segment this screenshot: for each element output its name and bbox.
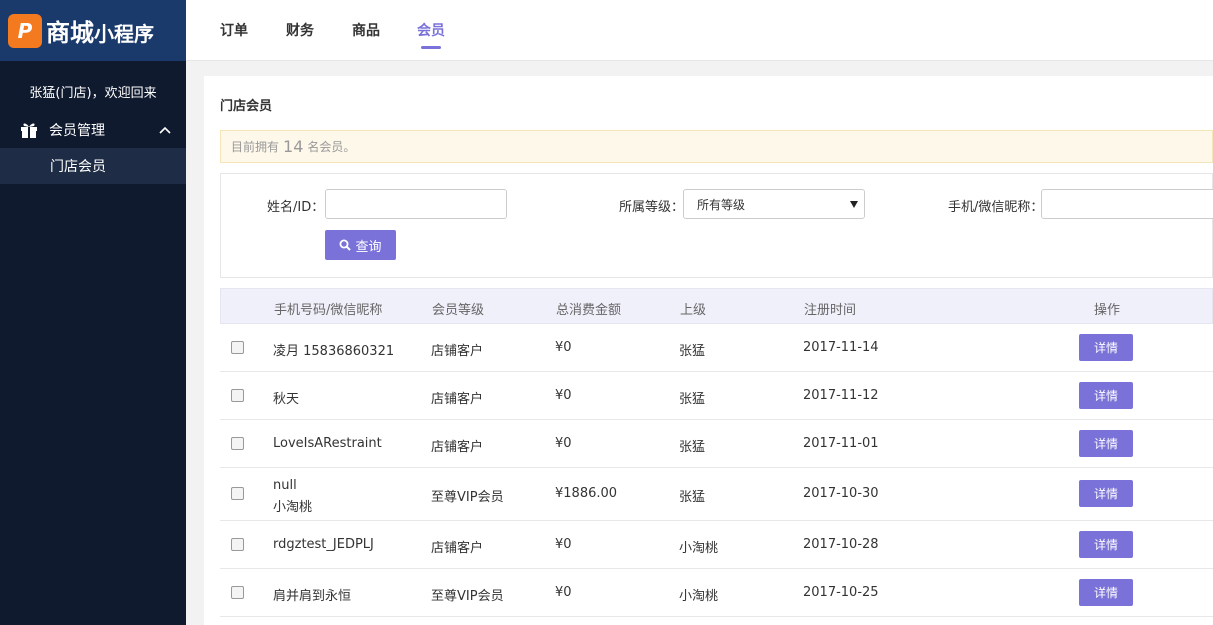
row-amount: ¥0	[555, 340, 572, 355]
row-name: LoveIsARestraint	[273, 436, 382, 451]
row-date: 2017-11-12	[803, 388, 879, 403]
row-parent: 张猛	[679, 440, 706, 455]
logo-mark-icon: P	[8, 13, 42, 48]
col-parent: 上级	[680, 303, 707, 318]
detail-button[interactable]: 详情	[1079, 334, 1133, 361]
row-level: 至尊VIP会员	[431, 589, 504, 604]
name-id-input[interactable]	[325, 189, 507, 219]
notice-suffix: 名会员。	[307, 140, 356, 154]
table-row: 秋天 店铺客户 ¥0 张猛 2017-11-12 详情	[220, 372, 1213, 420]
row-parent: 张猛	[679, 490, 706, 505]
member-count: 14	[283, 137, 304, 156]
gift-icon	[21, 123, 37, 138]
row-name: rdgztest_JEDPLJ	[273, 537, 374, 552]
row-checkbox[interactable]	[231, 341, 244, 354]
logo-main-text: 商城	[46, 19, 94, 47]
caret-down-icon	[850, 201, 858, 208]
level-label: 所属等级：	[619, 200, 685, 215]
detail-button[interactable]: 详情	[1079, 579, 1133, 606]
members-table: 手机号码/微信昵称 会员等级 总消费金额 上级 注册时间 操作 凌月 15836…	[220, 288, 1213, 617]
level-select[interactable]: 所有等级	[683, 189, 865, 219]
detail-button[interactable]: 详情	[1079, 480, 1133, 507]
member-count-notice: 目前拥有 14 名会员。	[220, 130, 1213, 163]
chevron-up-icon	[159, 126, 171, 134]
search-button[interactable]: 查询	[325, 230, 396, 260]
sidebar-item-store-members[interactable]: 门店会员	[0, 148, 186, 184]
col-total-spent: 总消费金额	[556, 303, 622, 318]
row-level: 店铺客户	[431, 392, 484, 407]
row-level: 店铺客户	[431, 541, 484, 556]
row-date: 2017-11-01	[803, 436, 879, 451]
table-row: rdgztest_JEDPLJ 店铺客户 ¥0 小淘桃 2017-10-28 详…	[220, 521, 1213, 569]
row-level: 店铺客户	[431, 344, 484, 359]
row-name-secondary: 小淘桃	[273, 500, 313, 515]
row-checkbox[interactable]	[231, 487, 244, 500]
col-phone-nickname: 手机号码/微信昵称	[274, 303, 383, 318]
row-amount: ¥0	[555, 388, 572, 403]
row-parent: 小淘桃	[679, 541, 719, 556]
row-name: 肩并肩到永恒	[273, 589, 352, 604]
row-amount: ¥0	[555, 436, 572, 451]
row-level: 店铺客户	[431, 440, 484, 455]
level-select-value: 所有等级	[697, 197, 746, 212]
table-row: 凌月 15836860321 店铺客户 ¥0 张猛 2017-11-14 详情	[220, 324, 1213, 372]
logo[interactable]: P 商城小程序	[0, 0, 186, 61]
nav-tab-products[interactable]: 商品	[352, 20, 380, 40]
row-name: 凌月 15836860321	[273, 344, 395, 359]
row-name: null	[273, 478, 297, 493]
menu-group-label: 会员管理	[49, 123, 105, 139]
name-id-label: 姓名/ID：	[267, 200, 325, 215]
row-amount: ¥0	[555, 585, 572, 600]
table-row: null 小淘桃 至尊VIP会员 ¥1886.00 张猛 2017-10-30 …	[220, 468, 1213, 521]
row-amount: ¥1886.00	[555, 486, 618, 501]
row-amount: ¥0	[555, 537, 572, 552]
phone-nickname-input[interactable]	[1041, 189, 1213, 219]
page-title: 门店会员	[220, 99, 273, 114]
main-panel: 门店会员 目前拥有 14 名会员。 姓名/ID： 所属等级： 所有等级 手机/微…	[204, 76, 1213, 625]
active-tab-indicator	[421, 46, 441, 49]
row-checkbox[interactable]	[231, 437, 244, 450]
nav-tab-finance[interactable]: 财务	[286, 20, 314, 40]
row-checkbox[interactable]	[231, 389, 244, 402]
detail-button[interactable]: 详情	[1079, 430, 1133, 457]
top-nav: 订单 财务 商品 会员	[186, 0, 1213, 61]
sidebar: P 商城小程序 张猛(门店)，欢迎回来 会员管理 门店会员	[0, 0, 186, 625]
row-name: 秋天	[273, 392, 300, 407]
row-checkbox[interactable]	[231, 586, 244, 599]
menu-group-member-management[interactable]: 会员管理	[0, 112, 186, 148]
search-button-label: 查询	[355, 239, 382, 255]
search-icon	[339, 239, 352, 251]
row-parent: 张猛	[679, 392, 706, 407]
detail-button[interactable]: 详情	[1079, 531, 1133, 558]
row-date: 2017-10-30	[803, 486, 879, 501]
phone-nickname-label: 手机/微信昵称：	[948, 200, 1044, 215]
row-date: 2017-10-28	[803, 537, 879, 552]
logo-text: 商城小程序	[46, 13, 154, 48]
table-header: 手机号码/微信昵称 会员等级 总消费金额 上级 注册时间 操作	[220, 288, 1213, 324]
row-parent: 张猛	[679, 344, 706, 359]
nav-tab-members[interactable]: 会员	[417, 20, 445, 40]
notice-prefix: 目前拥有	[231, 140, 280, 154]
sidebar-item-label: 门店会员	[50, 159, 106, 175]
col-register-date: 注册时间	[804, 303, 857, 318]
nav-tab-orders[interactable]: 订单	[220, 20, 248, 40]
logo-sub-text: 小程序	[94, 22, 154, 46]
row-level: 至尊VIP会员	[431, 490, 504, 505]
table-row: 肩并肩到永恒 至尊VIP会员 ¥0 小淘桃 2017-10-25 详情	[220, 569, 1213, 617]
table-row: LoveIsARestraint 店铺客户 ¥0 张猛 2017-11-01 详…	[220, 420, 1213, 468]
col-actions: 操作	[1094, 303, 1121, 318]
row-checkbox[interactable]	[231, 538, 244, 551]
col-member-level: 会员等级	[432, 303, 485, 318]
row-parent: 小淘桃	[679, 589, 719, 604]
filter-panel: 姓名/ID： 所属等级： 所有等级 手机/微信昵称： 查询	[220, 173, 1213, 278]
row-date: 2017-10-25	[803, 585, 879, 600]
row-date: 2017-11-14	[803, 340, 879, 355]
detail-button[interactable]: 详情	[1079, 382, 1133, 409]
